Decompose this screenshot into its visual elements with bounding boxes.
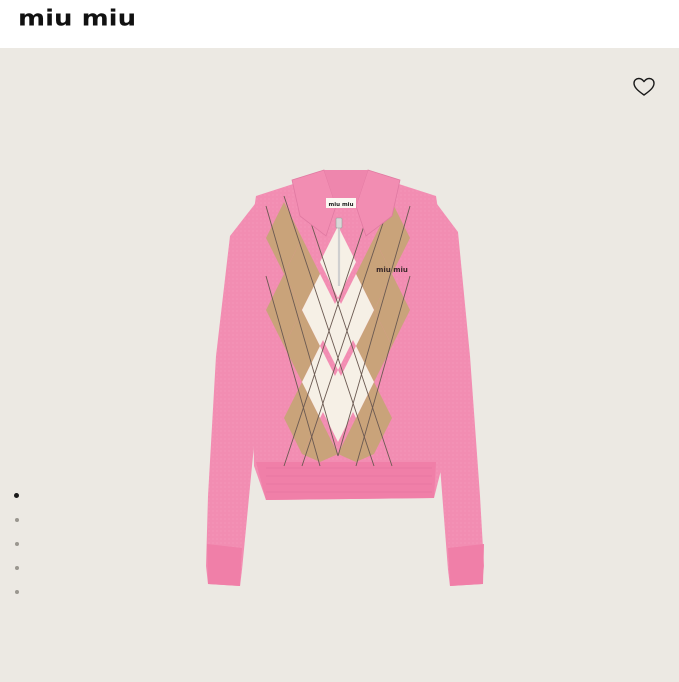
sweater-illustration: miu miu miu miu bbox=[206, 169, 484, 586]
product-image[interactable]: miu miu miu miu bbox=[196, 166, 496, 592]
slide-dot-4[interactable] bbox=[15, 566, 19, 570]
brand-logo[interactable]: miu miu bbox=[18, 6, 136, 32]
wishlist-button[interactable] bbox=[632, 76, 656, 98]
slide-dot-5[interactable] bbox=[15, 590, 19, 594]
heart-icon bbox=[633, 77, 655, 96]
chest-logo: miu miu bbox=[376, 266, 408, 274]
site-header: miu miu bbox=[0, 0, 679, 48]
slide-dot-3[interactable] bbox=[15, 542, 19, 546]
gallery-pagination bbox=[13, 490, 23, 600]
slide-dot-1[interactable] bbox=[14, 493, 19, 498]
slide-dot-2[interactable] bbox=[15, 518, 19, 522]
collar-label-text: miu miu bbox=[329, 202, 354, 208]
